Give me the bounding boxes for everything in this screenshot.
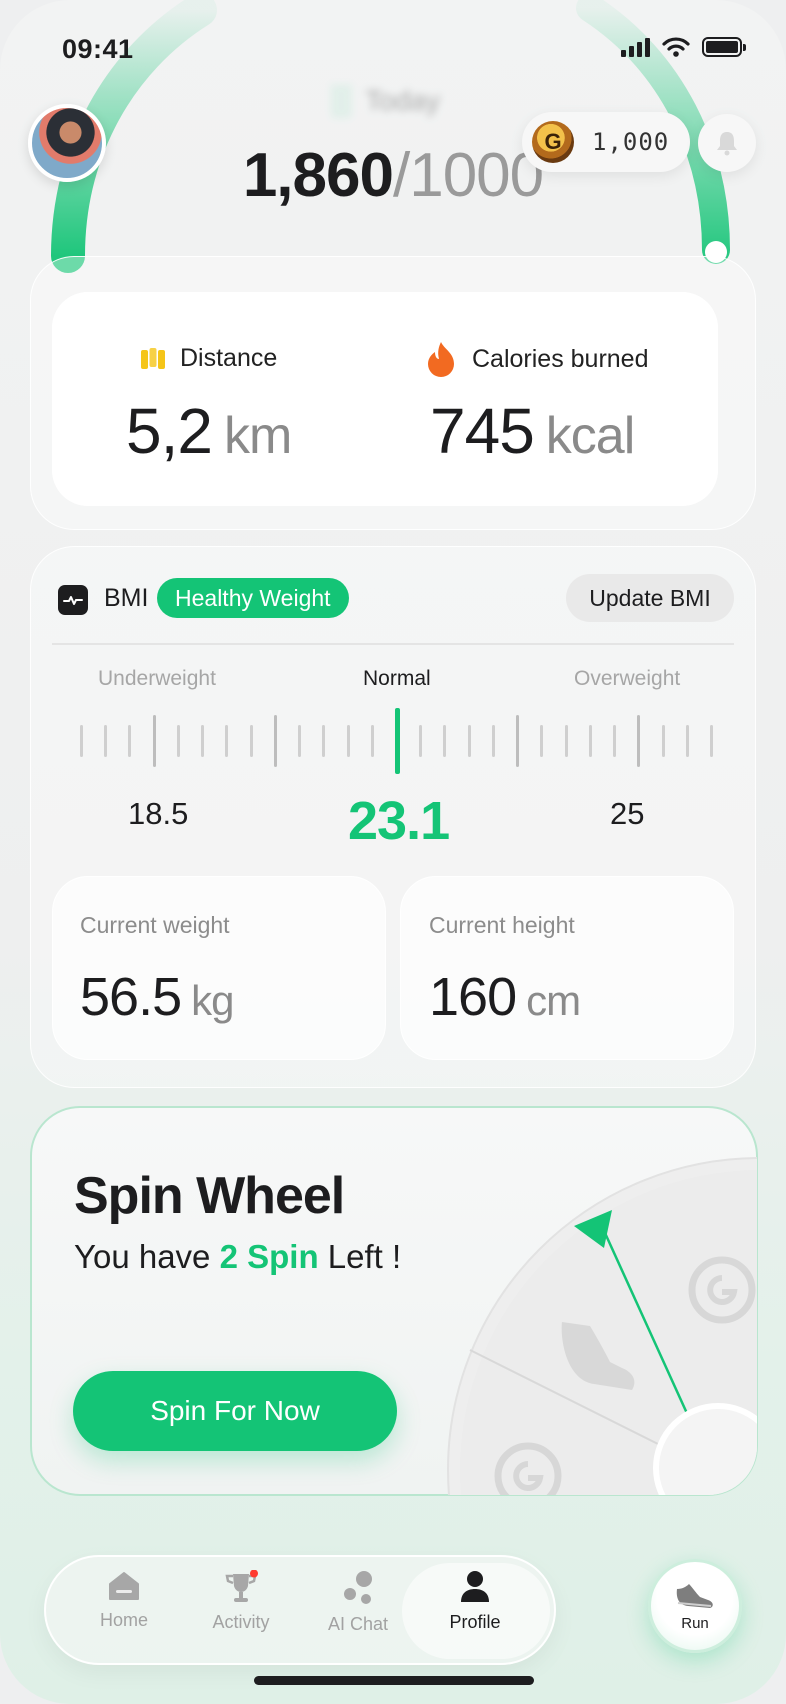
notification-button[interactable] bbox=[698, 114, 756, 172]
scale-tick bbox=[516, 715, 520, 767]
scale-tick bbox=[564, 725, 568, 757]
scale-tick bbox=[176, 725, 180, 757]
trophy-icon bbox=[225, 1570, 258, 1602]
scale-tick bbox=[395, 708, 400, 774]
nav-profile[interactable]: Profile bbox=[425, 1570, 525, 1654]
home-indicator bbox=[254, 1676, 534, 1685]
app-screen: 09:41 ░ Today 1,860/1000 G 1,000 Distanc… bbox=[0, 0, 786, 1704]
distance-value: 5,2 km bbox=[126, 395, 292, 467]
nav-ai-chat[interactable]: AI Chat bbox=[308, 1570, 408, 1654]
scale-tick bbox=[588, 725, 592, 757]
range-overweight: Overweight bbox=[574, 667, 681, 690]
scale-tick bbox=[613, 725, 617, 757]
calories-value: 745 kcal bbox=[430, 395, 635, 467]
steps-current: 1,860 bbox=[242, 141, 394, 210]
home-icon bbox=[109, 1572, 139, 1600]
scale-tick bbox=[273, 715, 277, 767]
range-underweight: Underweight bbox=[98, 667, 216, 690]
nav-activity[interactable]: Activity bbox=[191, 1570, 291, 1654]
scale-tick bbox=[491, 725, 495, 757]
scale-tick bbox=[128, 725, 132, 757]
pulse-icon bbox=[58, 585, 88, 615]
scale-tick bbox=[322, 725, 326, 757]
flame-icon bbox=[428, 342, 454, 377]
coin-icon: G bbox=[532, 121, 574, 163]
weight-label: Current weight bbox=[80, 912, 230, 938]
scale-tick bbox=[346, 725, 350, 757]
spin-title: Spin Wheel bbox=[74, 1167, 345, 1225]
scale-tick bbox=[370, 725, 374, 757]
battery-icon bbox=[702, 37, 746, 57]
weight-value: 56.5 kg bbox=[80, 967, 234, 1027]
scale-tick bbox=[104, 725, 108, 757]
range-normal: Normal bbox=[363, 667, 431, 690]
bmi-low-bound: 18.5 bbox=[128, 796, 189, 831]
scale-tick bbox=[467, 725, 471, 757]
bmi-status-badge: Healthy Weight bbox=[157, 578, 349, 618]
scale-tick bbox=[201, 725, 205, 757]
scale-tick bbox=[152, 715, 156, 767]
height-value: 160 cm bbox=[429, 967, 581, 1027]
footprints-icon: ░ bbox=[330, 84, 352, 117]
chat-bubbles-icon bbox=[344, 1571, 372, 1604]
scale-tick bbox=[419, 725, 423, 757]
map-icon bbox=[141, 347, 165, 369]
coin-value: 1,000 bbox=[592, 128, 670, 156]
sneaker-icon bbox=[676, 1583, 713, 1608]
status-time: 09:41 bbox=[62, 34, 134, 64]
scale-tick bbox=[710, 725, 713, 757]
scale-tick bbox=[225, 725, 229, 757]
update-bmi-button[interactable]: Update BMI bbox=[566, 574, 734, 622]
scale-tick bbox=[298, 725, 302, 757]
spin-subtitle: You have 2 Spin Left ! bbox=[74, 1238, 402, 1275]
scale-tick bbox=[249, 725, 253, 757]
scale-tick bbox=[443, 725, 447, 757]
spins-left: 2 Spin bbox=[219, 1238, 319, 1275]
scale-tick bbox=[685, 725, 689, 757]
person-icon bbox=[461, 1571, 489, 1602]
steps-separator: / bbox=[392, 141, 410, 210]
bmi-scale[interactable] bbox=[80, 706, 713, 776]
today-label: ░ Today bbox=[330, 84, 440, 117]
nav-home[interactable]: Home bbox=[74, 1570, 174, 1654]
scale-tick bbox=[540, 725, 544, 757]
calories-label: Calories burned bbox=[424, 340, 649, 378]
scale-tick bbox=[80, 725, 83, 757]
spin-now-button[interactable]: Spin For Now bbox=[73, 1371, 397, 1451]
bmi-high-bound: 25 bbox=[610, 796, 645, 831]
distance-label: Distance bbox=[140, 344, 277, 373]
status-icons bbox=[621, 36, 746, 58]
bmi-current-value: 23.1 bbox=[348, 791, 450, 851]
bmi-title: BMI bbox=[104, 584, 149, 612]
height-label: Current height bbox=[429, 912, 575, 938]
scale-tick bbox=[661, 725, 665, 757]
bmi-divider bbox=[52, 643, 734, 645]
signal-icon bbox=[621, 37, 650, 57]
coin-balance[interactable]: G 1,000 bbox=[522, 112, 690, 172]
run-button[interactable]: Run bbox=[648, 1559, 742, 1653]
scale-tick bbox=[637, 715, 641, 767]
wifi-icon bbox=[662, 37, 690, 57]
bell-icon bbox=[717, 132, 737, 156]
